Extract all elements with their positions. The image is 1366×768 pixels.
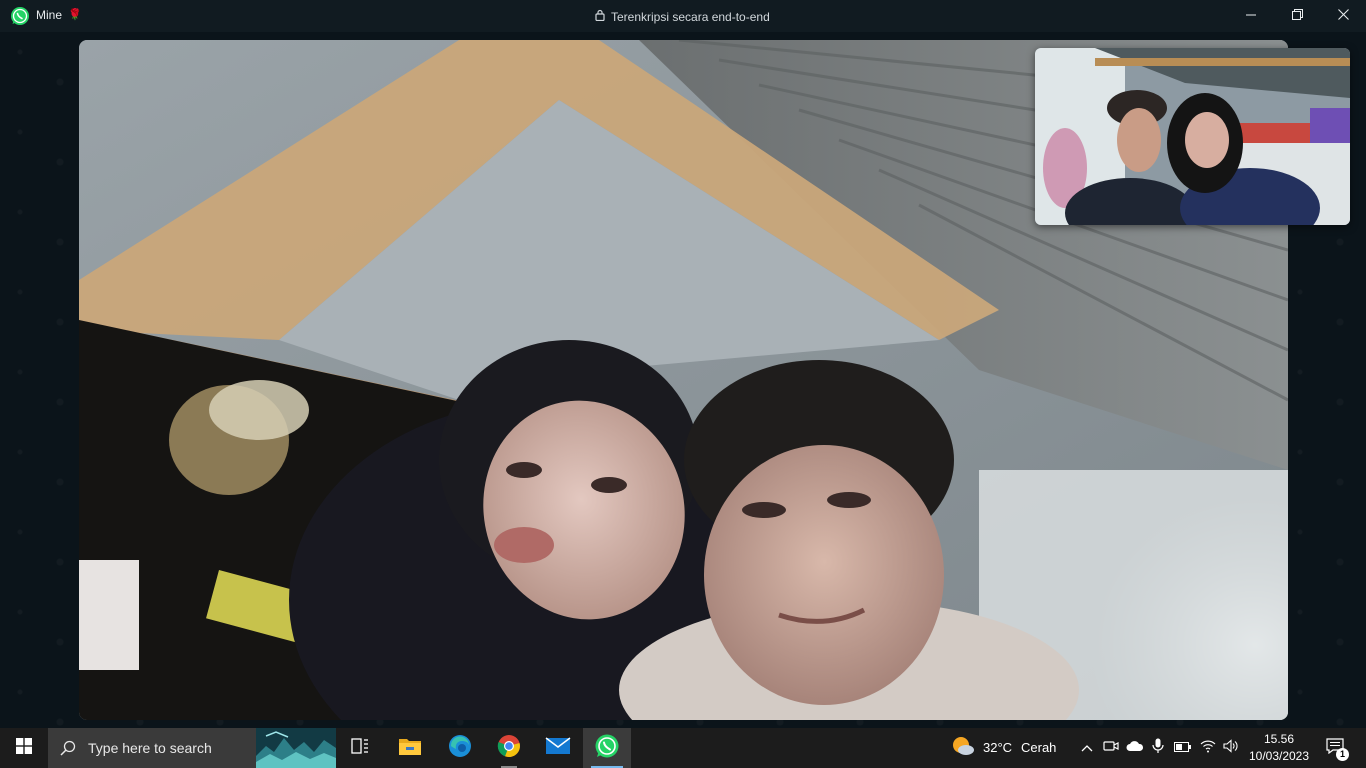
speaker-icon (1223, 738, 1239, 758)
camera-in-use-tray[interactable] (1101, 728, 1121, 768)
cloud-icon (1126, 739, 1144, 757)
search-highlight-image (256, 728, 336, 768)
folder-icon (398, 736, 422, 761)
encryption-label: Terenkripsi secara end-to-end (611, 10, 770, 24)
network-tray[interactable] (1197, 728, 1219, 768)
minimize-button[interactable] (1228, 0, 1274, 32)
restore-button[interactable] (1274, 0, 1320, 32)
onedrive-tray[interactable] (1124, 728, 1146, 768)
wifi-icon (1200, 739, 1216, 758)
windows-logo-icon (16, 737, 32, 759)
file-explorer-button[interactable] (386, 728, 434, 768)
chat-title: Mine (36, 8, 63, 22)
search-icon (60, 740, 76, 761)
call-area (0, 32, 1366, 728)
whatsapp-icon (10, 6, 30, 26)
camera-icon (1103, 739, 1119, 758)
close-icon (1337, 7, 1349, 25)
battery-icon (1174, 739, 1192, 757)
lock-icon (595, 8, 605, 26)
close-button[interactable] (1320, 0, 1366, 32)
edge-icon (448, 734, 472, 763)
show-hidden-icons-button[interactable] (1076, 728, 1098, 768)
mail-icon (545, 736, 571, 761)
mail-button[interactable] (534, 728, 582, 768)
whatsapp-taskbar-button[interactable] (583, 728, 631, 768)
clock-date: 10/03/2023 (1248, 749, 1310, 763)
weather-widget[interactable] (950, 728, 976, 768)
restore-icon (1291, 7, 1303, 25)
minimize-icon (1246, 7, 1256, 25)
clock-time: 15.56 (1263, 732, 1295, 746)
edge-button[interactable] (436, 728, 484, 768)
start-button[interactable] (0, 728, 48, 768)
partly-cloudy-icon (951, 735, 975, 762)
encryption-status: Terenkripsi secara end-to-end (595, 8, 770, 26)
microphone-icon (1152, 738, 1164, 759)
self-video[interactable] (1035, 48, 1350, 225)
weather-temperature[interactable]: 32°C (983, 740, 1012, 755)
task-view-icon (351, 737, 369, 759)
task-view-button[interactable] (336, 728, 384, 768)
weather-description[interactable]: Cerah (1021, 740, 1056, 755)
taskbar: Type here to search 32°C Cerah 15.56 10/… (0, 728, 1366, 768)
search-placeholder: Type here to search (88, 740, 212, 756)
battery-tray[interactable] (1172, 728, 1194, 768)
title-bar: Mine 🌹 Terenkripsi secara end-to-end (0, 0, 1366, 32)
taskbar-search[interactable]: Type here to search (48, 728, 336, 768)
chrome-icon (497, 734, 521, 763)
self-video-frame (1035, 48, 1350, 225)
notification-count-badge: 1 (1336, 748, 1349, 761)
volume-tray[interactable] (1220, 728, 1242, 768)
microphone-tray[interactable] (1149, 728, 1167, 768)
chrome-button[interactable] (485, 728, 533, 768)
chevron-up-icon (1081, 739, 1093, 757)
rose-emoji: 🌹 (68, 9, 82, 21)
whatsapp-icon (594, 733, 620, 764)
